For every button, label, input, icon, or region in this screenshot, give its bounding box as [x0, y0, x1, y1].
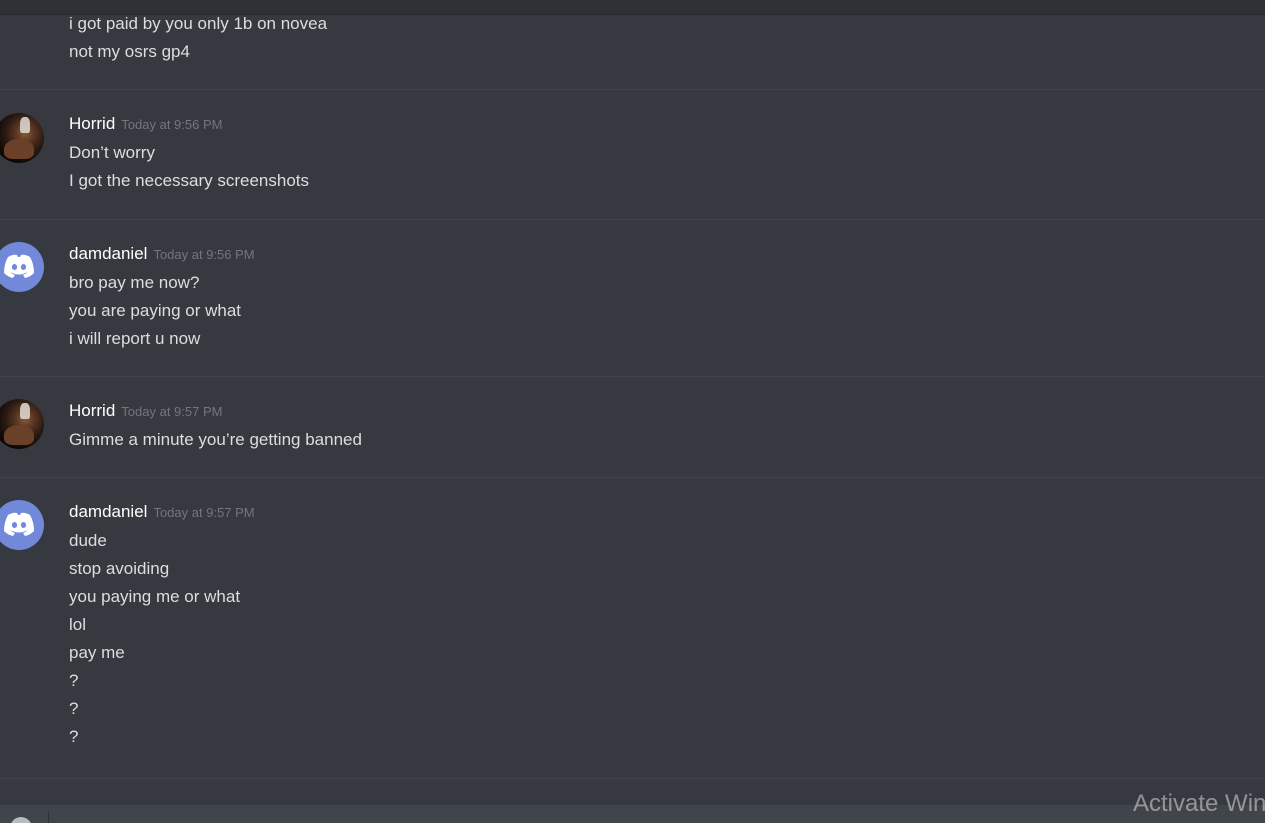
user-avatar[interactable]: [0, 399, 44, 449]
message-list[interactable]: i got paid by you only 1b on novea not m…: [0, 14, 1265, 805]
username[interactable]: damdaniel: [69, 244, 147, 263]
composer-divider: [48, 811, 49, 823]
user-avatar[interactable]: [0, 113, 44, 163]
message-header: damdaniel Today at 9:56 PM: [69, 244, 255, 268]
user-avatar[interactable]: [0, 500, 44, 550]
message-line: ?: [69, 699, 79, 718]
message-line: i got paid by you only 1b on novea: [69, 14, 328, 33]
discord-logo-icon: [4, 512, 34, 536]
message-line: i will report u now: [69, 329, 201, 348]
timestamp: Today at 9:56 PM: [153, 247, 255, 262]
message-line: you are paying or what: [69, 301, 241, 320]
message-line: Don’t worry: [69, 143, 155, 162]
avatar-highlight: [20, 403, 30, 419]
message-header: Horrid Today at 9:57 PM: [69, 401, 222, 425]
message-header: Horrid Today at 9:56 PM: [69, 114, 222, 138]
message-line: not my osrs gp4: [69, 42, 190, 61]
message-line: ?: [69, 671, 79, 690]
message-line: stop avoiding: [69, 559, 170, 578]
message-line: lol: [69, 615, 87, 634]
message-line: I got the necessary screenshots: [69, 171, 310, 190]
avatar-figure: [4, 425, 34, 445]
message-line: Gimme a minute you’re getting banned: [69, 430, 362, 449]
message-line: ?: [69, 727, 79, 746]
message-composer[interactable]: [0, 805, 1265, 823]
windows-activation-watermark: Activate Win: [1133, 790, 1265, 817]
timestamp: Today at 9:56 PM: [121, 117, 223, 132]
attach-plus-icon[interactable]: [10, 817, 32, 823]
message-header: damdaniel Today at 9:57 PM: [69, 502, 255, 526]
message-group: Horrid Today at 9:57 PM Gimme a minute yo…: [0, 377, 1265, 478]
message-group: Horrid Today at 9:56 PM Don’t worry I got…: [0, 90, 1265, 220]
message-line: bro pay me now?: [69, 273, 200, 292]
avatar-highlight: [20, 117, 30, 133]
user-avatar[interactable]: [0, 242, 44, 292]
message-line: pay me: [69, 643, 125, 662]
username[interactable]: Horrid: [69, 114, 115, 133]
message-group: i got paid by you only 1b on novea not m…: [0, 14, 1265, 90]
message-line: you paying me or what: [69, 587, 241, 606]
timestamp: Today at 9:57 PM: [121, 404, 223, 419]
message-line: dude: [69, 531, 107, 550]
discord-chat-window: i got paid by you only 1b on novea not m…: [0, 0, 1265, 823]
username[interactable]: Horrid: [69, 401, 115, 420]
username[interactable]: damdaniel: [69, 502, 147, 521]
timestamp: Today at 9:57 PM: [153, 505, 255, 520]
discord-logo-icon: [4, 254, 34, 278]
avatar-figure: [4, 139, 34, 159]
message-group: damdaniel Today at 9:57 PM dude stop avoi…: [0, 478, 1265, 779]
message-group: damdaniel Today at 9:56 PM bro pay me now…: [0, 220, 1265, 377]
